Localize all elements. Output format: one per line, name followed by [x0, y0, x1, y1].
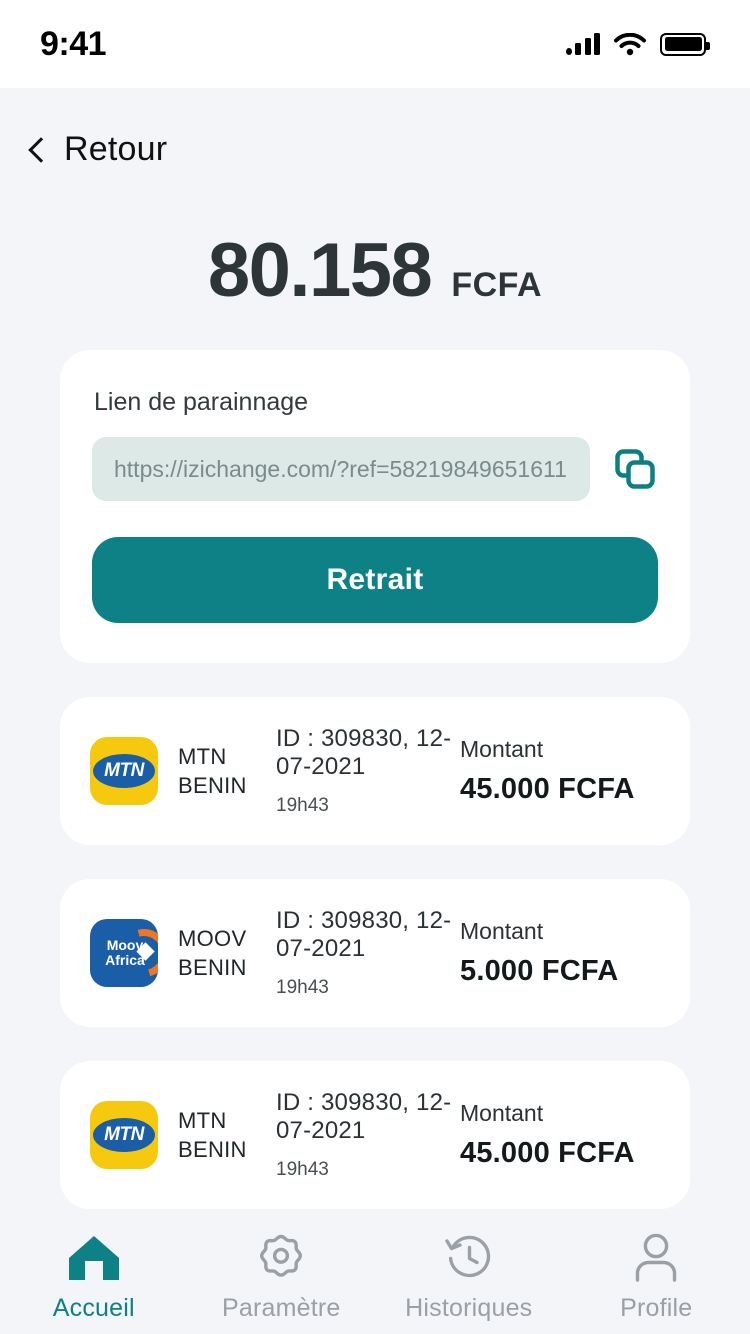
operator-line2: BENIN	[178, 1137, 247, 1162]
tab-accueil[interactable]: Accueil	[0, 1232, 188, 1323]
mtn-logo: MTN	[90, 1101, 158, 1169]
wifi-icon	[614, 32, 646, 55]
amount-value: 5.000 FCFA	[460, 955, 619, 987]
operator-name: MTN BENIN	[158, 742, 270, 800]
transaction-amount-block: Montant 45.000 FCFA	[460, 736, 660, 806]
person-icon	[631, 1232, 681, 1284]
tab-profile[interactable]: Profile	[563, 1232, 750, 1323]
mtn-logo: MTN	[90, 737, 158, 805]
amount-label: Montant	[460, 1100, 544, 1126]
transaction-amount-block: Montant 45.000 FCFA	[460, 1100, 660, 1170]
transaction-time: 19h43	[276, 977, 329, 998]
transaction-amount-block: Montant 5.000 FCFA	[460, 918, 660, 988]
history-icon	[442, 1232, 496, 1284]
cellular-signal-icon	[565, 33, 600, 55]
home-icon	[66, 1232, 122, 1284]
balance-amount: 80.158	[207, 228, 433, 313]
amount-label: Montant	[460, 736, 544, 762]
operator-line2: BENIN	[178, 773, 247, 798]
referral-link-row	[92, 437, 658, 501]
transaction-list: MTN MTN BENIN ID : 309830, 12-07-2021 19…	[0, 697, 750, 1209]
transaction-meta: ID : 309830, 12-07-2021 19h43	[270, 1089, 460, 1181]
mtn-logo-text: MTN	[104, 1124, 144, 1145]
gear-icon	[255, 1232, 307, 1284]
operator-line1: MOOV	[178, 925, 247, 951]
mtn-logo-text: MTN	[104, 760, 144, 781]
operator-line2: BENIN	[178, 955, 247, 980]
copy-link-button[interactable]	[612, 446, 658, 492]
table-row[interactable]: Moov Africa MOOV BENIN ID : 309830, 12-0…	[60, 879, 690, 1027]
transaction-time: 19h43	[276, 795, 329, 816]
transaction-id-date: ID : 309830, 12-07-2021	[276, 1089, 452, 1144]
transaction-time: 19h43	[276, 1159, 329, 1180]
back-label: Retour	[64, 130, 168, 168]
tab-historiques[interactable]: Historiques	[375, 1232, 563, 1323]
status-time: 9:41	[40, 24, 107, 63]
chevron-left-icon	[26, 139, 48, 161]
copy-icon	[615, 449, 655, 489]
status-bar: 9:41	[0, 0, 750, 88]
amount-value: 45.000 FCFA	[460, 1137, 635, 1169]
tab-label: Profile	[620, 1293, 693, 1322]
moov-logo-line2: Africa	[105, 952, 145, 968]
balance-currency: FCFA	[451, 266, 543, 304]
tab-label: Accueil	[52, 1293, 135, 1322]
transaction-meta: ID : 309830, 12-07-2021 19h43	[270, 725, 460, 817]
moov-logo-line1: Moov	[106, 937, 144, 954]
withdraw-button[interactable]: Retrait	[92, 537, 658, 623]
app-root: 9:41 Retour 80.158 FCFA Lien de parainna…	[0, 0, 750, 1334]
table-row[interactable]: MTN MTN BENIN ID : 309830, 12-07-2021 19…	[60, 1061, 690, 1209]
table-row[interactable]: MTN MTN BENIN ID : 309830, 12-07-2021 19…	[60, 697, 690, 845]
operator-line1: MTN	[178, 743, 227, 769]
tab-label: Paramètre	[221, 1293, 341, 1322]
moov-africa-logo: Moov Africa	[90, 919, 158, 987]
amount-value: 45.000 FCFA	[460, 773, 635, 805]
referral-link-input[interactable]	[92, 437, 590, 501]
back-button[interactable]: Retour	[0, 88, 750, 169]
transaction-meta: ID : 309830, 12-07-2021 19h43	[270, 907, 460, 999]
operator-line1: MTN	[178, 1107, 227, 1133]
bottom-navigation: Accueil Paramètre Historiques Profile	[0, 1220, 750, 1334]
operator-name: MOOV BENIN	[158, 924, 270, 982]
operator-name: MTN BENIN	[158, 1106, 270, 1164]
referral-link-label: Lien de parainnage	[94, 388, 309, 416]
amount-label: Montant	[460, 918, 544, 944]
tab-label: Historiques	[405, 1293, 533, 1322]
transaction-id-date: ID : 309830, 12-07-2021	[276, 907, 452, 962]
tab-parametre[interactable]: Paramètre	[188, 1232, 376, 1323]
referral-card: Lien de parainnage Retrait	[60, 350, 690, 663]
battery-full-icon	[660, 32, 710, 56]
status-icons	[565, 32, 710, 56]
transaction-id-date: ID : 309830, 12-07-2021	[276, 725, 452, 780]
balance-display: 80.158 FCFA	[0, 169, 750, 350]
